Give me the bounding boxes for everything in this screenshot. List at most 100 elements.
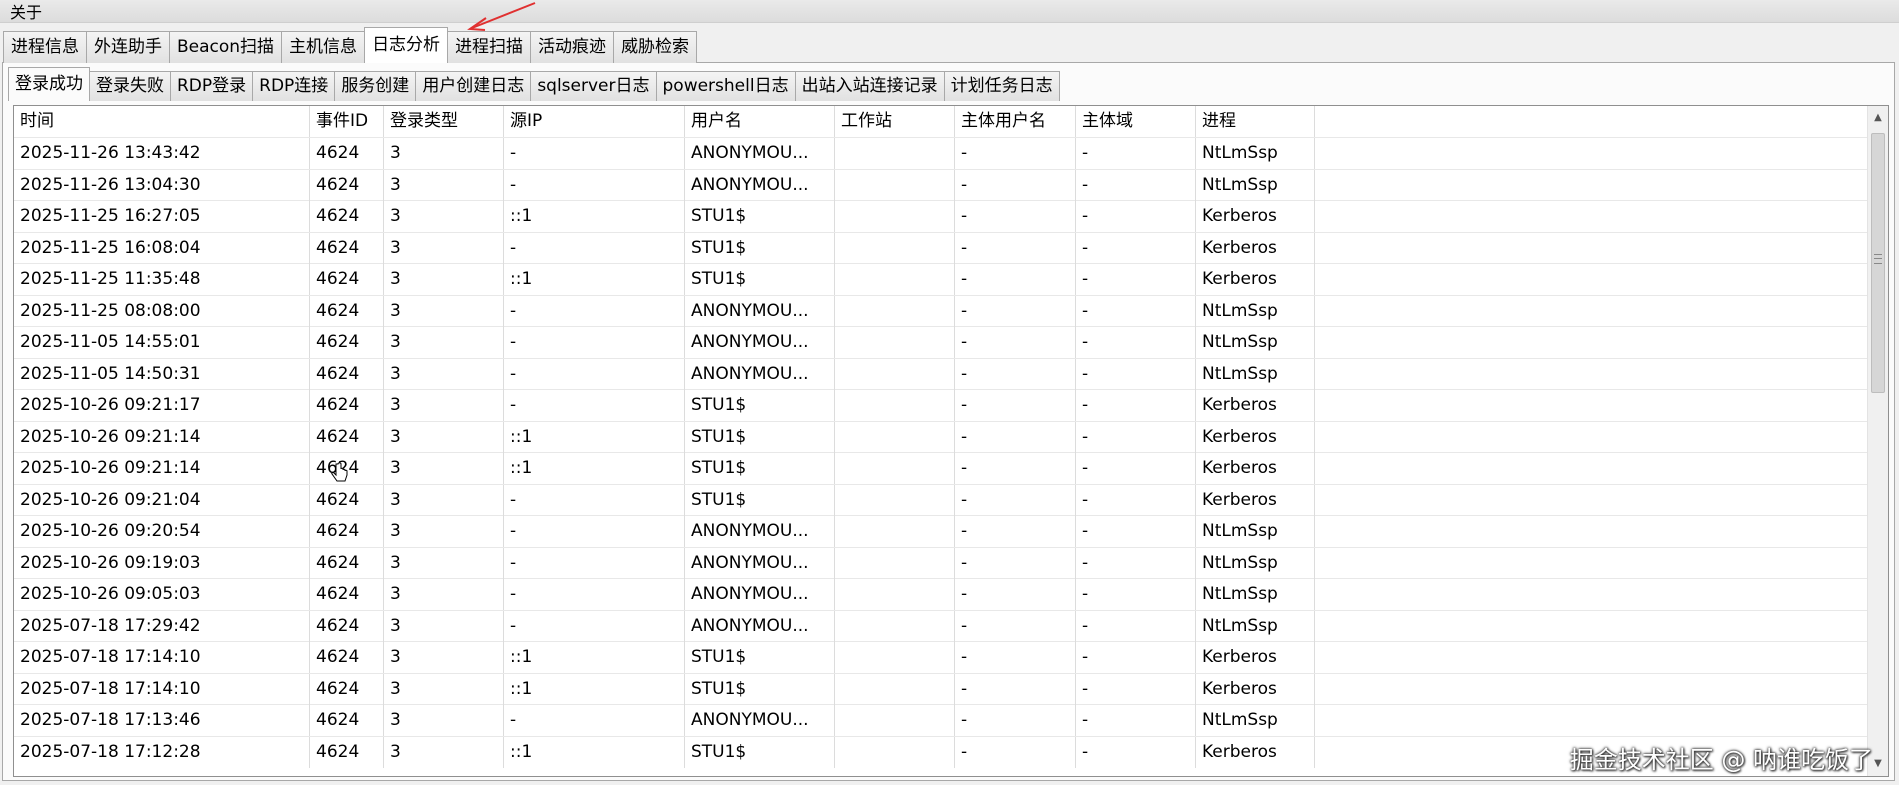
- table-cell: 4624: [310, 673, 384, 705]
- scroll-thumb[interactable]: [1871, 133, 1885, 393]
- table-row[interactable]: 2025-11-25 08:08:00 4624 3- ANONYMOU... - - Nt…: [14, 294, 1869, 327]
- table-row[interactable]: 2025-10-26 09:21:17 4624 3- STU1$ - - Kerberos: [14, 389, 1869, 421]
- table-cell: ANONYMOU...: [685, 169, 835, 201]
- tab-6[interactable]: 活动痕迹: [530, 31, 615, 63]
- table-cell: [835, 610, 955, 642]
- table-cell: NtLmSsp: [1196, 295, 1315, 327]
- table-cell: NtLmSsp: [1196, 579, 1315, 610]
- column-header[interactable]: 主体用户名: [955, 106, 1076, 137]
- subtab-0[interactable]: 登录成功: [8, 67, 90, 101]
- table-cell: 2025-10-26 09:21:04: [14, 484, 310, 516]
- table-row[interactable]: 2025-11-25 16:08:04 4624 3- STU1$ - - Kerberos: [14, 231, 1869, 264]
- table-row[interactable]: 2025-11-05 14:50:31 4624 3- ANONYMOU... - - Nt…: [14, 357, 1869, 390]
- column-header[interactable]: 进程: [1196, 106, 1315, 137]
- subtab-3[interactable]: RDP连接: [252, 71, 336, 101]
- table-cell: 4624: [310, 358, 384, 390]
- table-cell: [835, 547, 955, 579]
- table-cell: [1315, 611, 1869, 642]
- table-row[interactable]: 2025-07-18 17:13:46 4624 3- ANONYMOU... - - Nt…: [14, 704, 1869, 736]
- table-cell: 2025-11-05 14:50:31: [14, 358, 310, 390]
- tab-3[interactable]: 主机信息: [281, 31, 366, 63]
- subtab-6[interactable]: sqlserver日志: [530, 71, 657, 101]
- table-cell: 2025-11-26 13:04:30: [14, 169, 310, 201]
- table-row[interactable]: 2025-10-26 09:19:03 4624 3- ANONYMOU... - - Nt…: [14, 546, 1869, 579]
- table-cell: 2025-10-26 09:21:14: [14, 421, 310, 453]
- table-row[interactable]: 2025-07-18 17:29:42 4624 3- ANONYMOU... - - Nt…: [14, 609, 1869, 642]
- table-cell: 2025-07-18 17:14:10: [14, 673, 310, 705]
- table-cell: 3: [384, 642, 504, 673]
- tab-2[interactable]: Beacon扫描: [169, 31, 283, 63]
- table-cell: [835, 516, 955, 547]
- table-row[interactable]: 2025-10-26 09:20:54 4624 3- ANONYMOU... - - Nt…: [14, 515, 1869, 547]
- table-row[interactable]: 2025-11-05 14:55:01 4624 3- ANONYMOU... - - Nt…: [14, 326, 1869, 358]
- table-cell: -: [504, 327, 685, 358]
- table-cell: 4624: [310, 579, 384, 610]
- table-cell: 3: [384, 358, 504, 390]
- watermark: 掘金技术社区 @ 呐谁吃饭了: [1569, 746, 1873, 774]
- table-cell: -: [1076, 484, 1196, 516]
- table-row[interactable]: 2025-10-26 09:21:1446243::1STU1$--Kerber…: [14, 420, 1869, 453]
- subtab-9[interactable]: 计划任务日志: [943, 71, 1060, 101]
- table-cell: 2025-11-25 08:08:00: [14, 295, 310, 327]
- table-cell: Kerberos: [1196, 673, 1315, 705]
- table-cell: ANONYMOU...: [685, 138, 835, 169]
- table-cell: 3: [384, 610, 504, 642]
- table-cell: [1315, 453, 1869, 484]
- subtab-4[interactable]: 服务创建: [334, 71, 417, 101]
- table-cell: 2025-11-25 11:35:48: [14, 264, 310, 295]
- table-row[interactable]: 2025-10-26 09:21:04 4624 3- STU1$ - - Kerberos: [14, 483, 1869, 516]
- table-cell: -: [1076, 642, 1196, 673]
- tab-0[interactable]: 进程信息: [3, 31, 87, 63]
- column-header[interactable]: 主体域: [1076, 106, 1196, 137]
- subtab-1[interactable]: 登录失败: [89, 71, 171, 101]
- table-cell: ANONYMOU...: [685, 327, 835, 358]
- tab-7[interactable]: 威胁检索: [613, 31, 698, 63]
- table-row[interactable]: 2025-10-26 09:21:1446243::1STU1$--Kerber…: [14, 452, 1869, 484]
- subtab-7[interactable]: powershell日志: [655, 71, 796, 101]
- tab-1[interactable]: 外连助手: [86, 31, 170, 63]
- subtab-2[interactable]: RDP登录: [170, 71, 254, 101]
- table-cell: 4624: [310, 642, 384, 673]
- table-cell: 3: [384, 421, 504, 453]
- table-row[interactable]: 2025-07-18 17:14:10 4624 3::1 STU1$ - - Kerber…: [14, 672, 1869, 705]
- vertical-scrollbar[interactable]: ▲ ▼: [1867, 106, 1888, 776]
- table-cell: 4624: [310, 327, 384, 358]
- column-header[interactable]: 登录类型: [384, 106, 504, 137]
- column-header[interactable]: 工作站: [835, 106, 955, 137]
- table-cell: Kerberos: [1196, 736, 1315, 768]
- table-cell: -: [1076, 579, 1196, 610]
- table-cell: -: [955, 516, 1076, 547]
- table-cell: -: [1076, 673, 1196, 705]
- table-cell: NtLmSsp: [1196, 547, 1315, 579]
- table-row[interactable]: 2025-11-25 11:35:48 4624 3::1 STU1$ - - Kerber…: [14, 263, 1869, 295]
- tab-4[interactable]: 日志分析: [364, 27, 449, 63]
- table-row[interactable]: 2025-10-26 09:05:03 4624 3- ANONYMOU... - - Nt…: [14, 578, 1869, 610]
- table-cell: 2025-11-25 16:08:04: [14, 232, 310, 264]
- table-cell: [835, 358, 955, 390]
- table-cell: [1315, 422, 1869, 453]
- table-cell: 4624: [310, 138, 384, 169]
- column-header[interactable]: [1315, 106, 1869, 137]
- table-cell: [1315, 705, 1869, 736]
- column-header[interactable]: 用户名: [685, 106, 835, 137]
- table-row[interactable]: 2025-07-18 17:14:10 4624 3::1 STU1$ - - Kerber…: [14, 641, 1869, 673]
- menu-about[interactable]: 关于: [8, 0, 44, 23]
- table-cell: 3: [384, 547, 504, 579]
- subtab-8[interactable]: 出站入站连接记录: [794, 71, 945, 101]
- table-cell: -: [955, 736, 1076, 768]
- column-header[interactable]: 源IP: [504, 106, 685, 137]
- table-row[interactable]: 2025-11-26 13:43:42 4624 3- ANONYMOU... - - Nt…: [14, 137, 1869, 169]
- table-cell: 3: [384, 232, 504, 264]
- table-cell: -: [955, 390, 1076, 421]
- table-cell: STU1$: [685, 390, 835, 421]
- column-header[interactable]: 事件ID: [310, 106, 384, 137]
- table-row[interactable]: 2025-11-26 13:04:30 4624 3- ANONYMOU... - - Nt…: [14, 168, 1869, 201]
- subtab-5[interactable]: 用户创建日志: [415, 71, 532, 101]
- app-window: 关于 进程信息 外连助手 Beacon扫描 主机信息 日志分析 进程扫描 活动痕迹 威胁检索 …: [0, 0, 1899, 785]
- table-cell: -: [955, 169, 1076, 201]
- table-row[interactable]: 2025-11-25 16:27:05 4624 3::1 STU1$ - - Kerber…: [14, 200, 1869, 232]
- column-header[interactable]: 时间: [14, 106, 310, 137]
- scroll-up-icon[interactable]: ▲: [1868, 108, 1888, 128]
- main-tab-strip: 进程信息 外连助手 Beacon扫描 主机信息 日志分析 进程扫描 活动痕迹 威胁检索: [3, 27, 698, 63]
- table-cell: -: [955, 484, 1076, 516]
